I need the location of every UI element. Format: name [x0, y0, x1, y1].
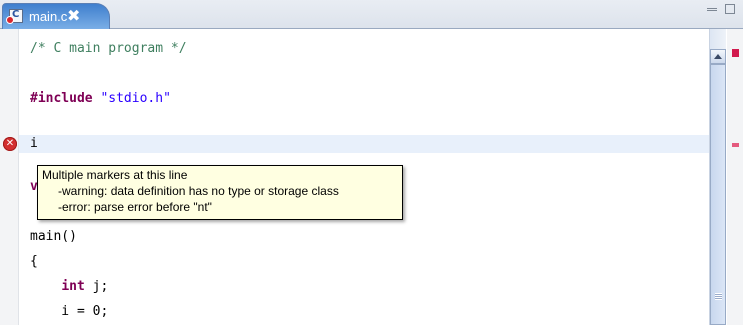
code-line[interactable]: #include "stdio.h"	[30, 91, 171, 106]
code-token: "stdio.h"	[100, 91, 171, 106]
code-token: int	[61, 279, 85, 294]
code-token: {	[30, 254, 38, 269]
vertical-ruler: ✕	[0, 29, 19, 325]
code-token: i	[30, 136, 38, 151]
code-token: main()	[30, 229, 77, 244]
code-token: #include	[30, 91, 93, 106]
overview-summary-marker[interactable]	[732, 49, 739, 57]
editor-tab-bar: C main.c ✖	[0, 0, 743, 29]
vertical-scrollbar[interactable]	[709, 29, 726, 325]
error-marker-icon[interactable]: ✕	[3, 137, 17, 151]
code-line[interactable]: /* C main program */	[30, 41, 187, 56]
current-line-highlight	[19, 135, 709, 153]
close-icon[interactable]: ✖	[67, 6, 80, 25]
tooltip-error: -error: parse error before "nt"	[58, 200, 212, 214]
code-line[interactable]: int j;	[30, 279, 108, 294]
scrollbar-thumb[interactable]	[710, 64, 726, 325]
maximize-icon[interactable]	[725, 4, 735, 14]
tab-label: main.c	[29, 9, 68, 24]
code-token: i = 0;	[30, 304, 109, 319]
scrollbar-grip-icon	[715, 293, 722, 300]
code-line[interactable]: i = 0;	[30, 304, 108, 319]
tab-main-c[interactable]: C main.c ✖	[2, 3, 110, 29]
minimize-icon[interactable]	[707, 8, 717, 11]
tooltip-title: Multiple markers at this line	[42, 168, 188, 182]
code-editor[interactable]: ✕ /* C main program */ #include "stdio.h"…	[0, 29, 743, 325]
overview-ruler[interactable]	[727, 29, 743, 325]
code-token: /* C main program */	[30, 41, 187, 56]
tooltip-warning: -warning: data definition has no type or…	[58, 184, 339, 198]
c-source-error-icon: C	[6, 9, 23, 24]
code-token: j;	[84, 279, 109, 294]
overview-error-marker[interactable]	[732, 143, 739, 147]
scroll-up-button[interactable]	[710, 49, 726, 64]
code-line[interactable]: main()	[30, 229, 77, 244]
code-line[interactable]: {	[30, 254, 38, 269]
problem-hover-tooltip: Multiple markers at this line -warning: …	[37, 165, 403, 220]
code-line[interactable]: i	[30, 136, 38, 151]
